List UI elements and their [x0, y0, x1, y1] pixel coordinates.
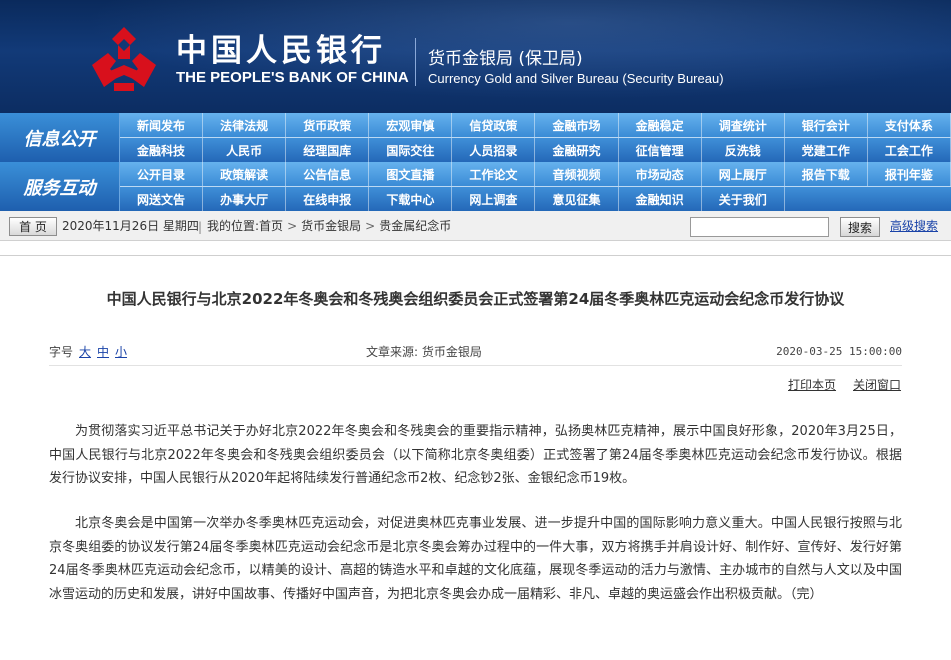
nav-item[interactable]: 报告下载 [785, 162, 868, 186]
nav-item[interactable]: 银行会计 [785, 113, 868, 137]
header-banner: 中国人民银行 THE PEOPLE'S BANK OF CHINA 货币金银局 … [0, 0, 951, 113]
article-paragraph: 为贯彻落实习近平总书记关于办好北京2022年冬奥会和冬残奥会的重要指示精神，弘扬… [49, 424, 902, 486]
nav-item[interactable]: 货币政策 [286, 113, 370, 137]
nav-item[interactable]: 新闻发布 [120, 113, 204, 137]
publish-time: 2020-03-25 15:00:00 [776, 345, 902, 358]
bureau-name-cn: 货币金银局 (保卫局) [428, 49, 583, 69]
nav-item[interactable]: 经理国库 [286, 138, 370, 162]
header-divider [415, 38, 416, 86]
nav-section-service: 服务互动 [0, 162, 120, 211]
font-size-small[interactable]: 小 [115, 345, 127, 359]
close-window-link[interactable]: 关闭窗口 [853, 378, 901, 392]
breadcrumb-bar: 首 页 2020年11月26日 星期四 | 我的位置:首页 > 货币金银局 > 贵金属纪… [0, 211, 951, 241]
nav-item[interactable]: 图文直播 [369, 162, 453, 186]
article-frame: 中国人民银行与北京2022年冬奥会和冬残奥会组织委员会正式签署第24届冬季奥林匹… [0, 255, 951, 660]
nav-item[interactable]: 政策解读 [203, 162, 287, 186]
location-label: 我的位置: [207, 219, 260, 233]
nav-item[interactable]: 报刊年鉴 [868, 162, 951, 186]
article-title: 中国人民银行与北京2022年冬奥会和冬残奥会组织委员会正式签署第24届冬季奥林匹… [106, 290, 845, 308]
breadcrumb: 我的位置:首页 > 货币金银局 > 贵金属纪念币 [207, 219, 451, 233]
nav-item[interactable]: 金融知识 [619, 187, 702, 211]
crumb-divider: | [198, 220, 203, 234]
article-meta: 字号 大 中 小 文章来源: 货币金银局 2020-03-25 15:00:00 [49, 345, 902, 359]
current-date: 2020年11月26日 星期四 [62, 219, 199, 233]
search-input[interactable] [690, 217, 829, 237]
nav-item[interactable]: 宏观审慎 [369, 113, 453, 137]
nav-item[interactable]: 意见征集 [535, 187, 619, 211]
nav-item[interactable]: 支付体系 [868, 113, 951, 137]
nav-item[interactable]: 工会工作 [868, 138, 951, 162]
nav-row-service-2: 网送文告 办事大厅 在线申报 下载中心 网上调查 意见征集 金融知识 关于我们 [120, 187, 951, 211]
print-link[interactable]: 打印本页 [788, 378, 836, 392]
nav-item[interactable]: 调查统计 [702, 113, 785, 137]
nav-item[interactable]: 工作论文 [452, 162, 536, 186]
meta-divider [49, 365, 902, 366]
nav-item[interactable]: 征信管理 [619, 138, 702, 162]
nav-item[interactable]: 音频视频 [535, 162, 619, 186]
search-button[interactable]: 搜索 [840, 217, 880, 237]
nav-item[interactable]: 公开目录 [120, 162, 204, 186]
nav-info-block: 信息公开 新闻发布 法律法规 货币政策 宏观审慎 信贷政策 金融市场 金融稳定 … [0, 113, 951, 162]
font-size-medium[interactable]: 中 [97, 345, 109, 359]
home-button[interactable]: 首 页 [9, 217, 57, 236]
nav-item[interactable]: 办事大厅 [203, 187, 287, 211]
nav-item[interactable]: 法律法规 [203, 113, 287, 137]
nav-item[interactable]: 市场动态 [619, 162, 702, 186]
nav-item[interactable]: 关于我们 [702, 187, 785, 211]
bank-name-en: THE PEOPLE'S BANK OF CHINA [176, 69, 409, 86]
advanced-search-link[interactable]: 高级搜索 [890, 219, 938, 233]
article-paragraph: 北京冬奥会是中国第一次举办冬季奥林匹克运动会，对促进奥林匹克事业发展、进一步提升… [49, 516, 902, 602]
breadcrumb-coins[interactable]: 贵金属纪念币 [379, 219, 451, 233]
font-size-label: 字号 [49, 345, 74, 359]
nav-item[interactable]: 人员招录 [452, 138, 536, 162]
nav-row-service-1: 公开目录 政策解读 公告信息 图文直播 工作论文 音频视频 市场动态 网上展厅 … [120, 162, 951, 186]
nav-item[interactable]: 公告信息 [286, 162, 370, 186]
nav-item[interactable]: 网送文告 [120, 187, 204, 211]
nav-item[interactable]: 网上展厅 [702, 162, 785, 186]
nav-item[interactable]: 金融科技 [120, 138, 204, 162]
nav-section-info: 信息公开 [0, 113, 120, 162]
nav-item[interactable]: 网上调查 [452, 187, 536, 211]
nav-item[interactable]: 金融研究 [535, 138, 619, 162]
nav-row-info-2: 金融科技 人民币 经理国库 国际交往 人员招录 金融研究 征信管理 反洗钱 党建… [120, 138, 951, 162]
bureau-name-en: Currency Gold and Silver Bureau (Securit… [428, 71, 724, 86]
font-size-large[interactable]: 大 [79, 345, 91, 359]
nav-item[interactable]: 反洗钱 [702, 138, 785, 162]
main-nav: 信息公开 新闻发布 法律法规 货币政策 宏观审慎 信贷政策 金融市场 金融稳定 … [0, 113, 951, 211]
breadcrumb-bureau[interactable]: 货币金银局 [301, 219, 361, 233]
bank-name-cn: 中国人民银行 [176, 33, 386, 69]
article-source: 文章来源: 货币金银局 [366, 345, 482, 359]
nav-item[interactable]: 金融市场 [535, 113, 619, 137]
chevron-right-icon: > [365, 219, 376, 233]
nav-item[interactable]: 金融稳定 [619, 113, 702, 137]
nav-item[interactable]: 人民币 [203, 138, 287, 162]
pboc-logo-icon [92, 27, 156, 91]
nav-service-block: 服务互动 公开目录 政策解读 公告信息 图文直播 工作论文 音频视频 市场动态 … [0, 162, 951, 211]
nav-item[interactable]: 国际交往 [369, 138, 453, 162]
nav-item[interactable]: 信贷政策 [452, 113, 536, 137]
nav-item[interactable]: 在线申报 [286, 187, 370, 211]
chevron-right-icon: > [287, 219, 298, 233]
nav-item[interactable]: 党建工作 [785, 138, 868, 162]
breadcrumb-home[interactable]: 首页 [259, 219, 283, 233]
nav-row-info-1: 新闻发布 法律法规 货币政策 宏观审慎 信贷政策 金融市场 金融稳定 调查统计 … [120, 113, 951, 137]
nav-item[interactable]: 下载中心 [369, 187, 453, 211]
